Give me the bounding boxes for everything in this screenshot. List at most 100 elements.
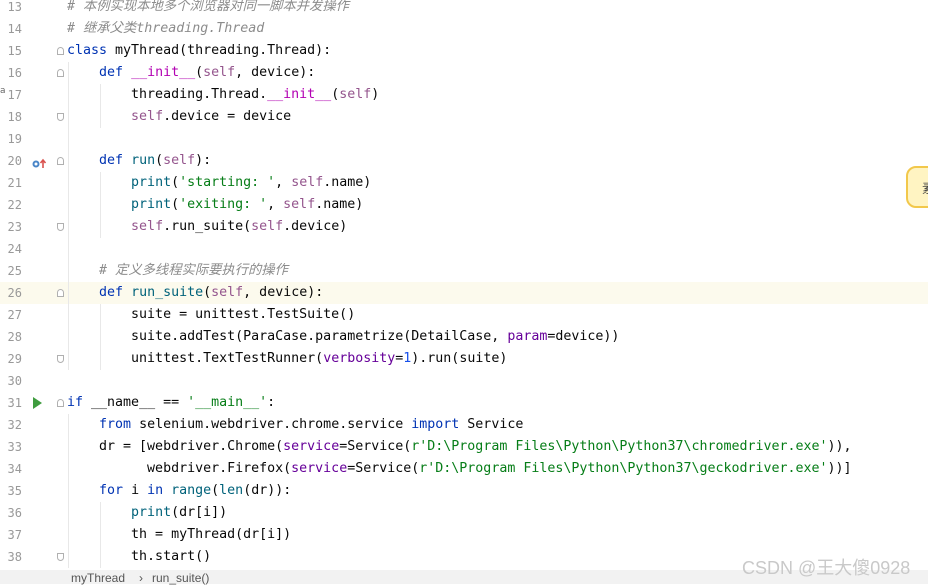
line-number[interactable]: 34	[0, 462, 22, 476]
code-token: =Service(	[339, 439, 412, 454]
code-token: Service	[467, 417, 524, 432]
line-number[interactable]: 36	[0, 506, 22, 520]
line-number[interactable]: 21	[0, 176, 22, 190]
code-line[interactable]: 20 def run(self):	[0, 150, 928, 172]
line-number[interactable]: 38	[0, 550, 22, 564]
fold-end-icon[interactable]	[57, 355, 64, 363]
line-number[interactable]: 32	[0, 418, 22, 432]
code-line[interactable]: 26 def run_suite(self, device):	[0, 282, 928, 304]
code-editor[interactable]: 13 # 本例实现本地多个浏览器对同一脚本并发操作 14 # 继承父类threadin…	[0, 0, 928, 570]
breadcrumb-item-method[interactable]: run_suite()	[152, 571, 209, 585]
side-floating-bubble[interactable]: 素	[906, 166, 928, 208]
code-text[interactable]: def __init__(self, device):	[67, 65, 315, 81]
code-line[interactable]: 30	[0, 370, 928, 392]
code-line[interactable]: 27 suite = unittest.TestSuite()	[0, 304, 928, 326]
line-number[interactable]: 24	[0, 242, 22, 256]
code-text[interactable]: print(dr[i])	[67, 505, 227, 521]
code-text[interactable]: # 本例实现本地多个浏览器对同一脚本并发操作	[67, 0, 349, 15]
code-text[interactable]: def run_suite(self, device):	[67, 285, 323, 301]
code-line[interactable]: 32 from selenium.webdriver.chrome.servic…	[0, 414, 928, 436]
code-line[interactable]: 34 webdriver.Firefox(service=Service(r'D…	[0, 458, 928, 480]
fold-start-icon[interactable]	[57, 157, 64, 165]
line-number[interactable]: 35	[0, 484, 22, 498]
fold-end-icon[interactable]	[57, 223, 64, 231]
code-line[interactable]: 19	[0, 128, 928, 150]
line-number[interactable]: 20	[0, 154, 22, 168]
code-text[interactable]: th.start()	[67, 549, 211, 565]
code-text[interactable]: # 定义多线程实际要执行的操作	[67, 263, 288, 279]
line-number[interactable]: 14	[0, 22, 22, 36]
code-line[interactable]: 16 def __init__(self, device):	[0, 62, 928, 84]
code-text[interactable]: webdriver.Firefox(service=Service(r'D:\P…	[67, 461, 852, 477]
code-token: self	[211, 285, 244, 300]
left-edge-mark: a	[0, 86, 6, 96]
fold-start-icon[interactable]	[57, 289, 64, 297]
breadcrumb-separator: ›	[139, 571, 143, 585]
fold-end-icon[interactable]	[57, 553, 64, 561]
line-number[interactable]: 33	[0, 440, 22, 454]
code-line[interactable]: 18 self.device = device	[0, 106, 928, 128]
code-text[interactable]: if __name__ == '__main__':	[67, 395, 275, 411]
line-number[interactable]: 16	[0, 66, 22, 80]
code-line[interactable]: 23 self.run_suite(self.device)	[0, 216, 928, 238]
code-line[interactable]: 31 if __name__ == '__main__':	[0, 392, 928, 414]
code-token: # 本例实现本地多个浏览器对同一脚本并发操作	[67, 0, 349, 14]
code-line[interactable]: 25 # 定义多线程实际要执行的操作	[0, 260, 928, 282]
code-text[interactable]: print('exiting: ', self.name)	[67, 197, 363, 213]
code-token: =Service(	[347, 461, 420, 476]
code-text[interactable]: self.device = device	[67, 109, 291, 125]
run-icon[interactable]	[33, 397, 42, 409]
code-token: __init__	[131, 65, 196, 80]
code-text[interactable]: suite.addTest(ParaCase.parametrize(Detai…	[67, 329, 619, 345]
line-number[interactable]: 26	[0, 286, 22, 300]
code-text[interactable]: from selenium.webdriver.chrome.service i…	[67, 417, 523, 433]
line-number[interactable]: 19	[0, 132, 22, 146]
code-token: suite.addTest(ParaCase.parametrize(Detai…	[67, 329, 508, 344]
fold-start-icon[interactable]	[57, 399, 64, 407]
code-text[interactable]: th = myThread(dr[i])	[67, 527, 291, 543]
code-text[interactable]: suite = unittest.TestSuite()	[67, 307, 355, 323]
code-line[interactable]: 33 dr = [webdriver.Chrome(service=Servic…	[0, 436, 928, 458]
code-line[interactable]: 22 print('exiting: ', self.name)	[0, 194, 928, 216]
code-line[interactable]: 21 print('starting: ', self.name)	[0, 172, 928, 194]
code-line[interactable]: 14 # 继承父类threading.Thread	[0, 18, 928, 40]
code-text[interactable]: # 继承父类threading.Thread	[67, 21, 264, 37]
override-method-icon[interactable]	[31, 155, 47, 168]
code-line[interactable]: 15 class myThread(threading.Thread):	[0, 40, 928, 62]
code-line[interactable]: 24	[0, 238, 928, 260]
code-line[interactable]: 29 unittest.TextTestRunner(verbosity=1).…	[0, 348, 928, 370]
code-text[interactable]: print('starting: ', self.name)	[67, 175, 371, 191]
code-text[interactable]: self.run_suite(self.device)	[67, 219, 347, 235]
code-line[interactable]: 28 suite.addTest(ParaCase.parametrize(De…	[0, 326, 928, 348]
line-number[interactable]: 13	[0, 0, 22, 14]
line-number[interactable]: 29	[0, 352, 22, 366]
code-token: self	[339, 87, 372, 102]
code-line[interactable]: 35 for i in range(len(dr)):	[0, 480, 928, 502]
line-number[interactable]: 37	[0, 528, 22, 542]
code-text[interactable]: unittest.TextTestRunner(verbosity=1).run…	[67, 351, 507, 367]
breadcrumb-item-class[interactable]: myThread	[71, 571, 125, 585]
line-number[interactable]: 22	[0, 198, 22, 212]
fold-end-icon[interactable]	[57, 113, 64, 121]
fold-start-icon[interactable]	[57, 47, 64, 55]
code-token: dr = [webdriver.Chrome(	[67, 439, 284, 454]
code-text[interactable]: for i in range(len(dr)):	[67, 483, 291, 499]
code-line[interactable]: 13 # 本例实现本地多个浏览器对同一脚本并发操作	[0, 0, 928, 18]
line-number[interactable]: 28	[0, 330, 22, 344]
line-number[interactable]: 30	[0, 374, 22, 388]
fold-start-icon[interactable]	[57, 69, 64, 77]
line-number[interactable]: 31	[0, 396, 22, 410]
line-number[interactable]: 27	[0, 308, 22, 322]
code-line[interactable]: 36 print(dr[i])	[0, 502, 928, 524]
line-number[interactable]: 23	[0, 220, 22, 234]
line-number[interactable]: 18	[0, 110, 22, 124]
code-line[interactable]: 17 threading.Thread.__init__(self)	[0, 84, 928, 106]
code-text[interactable]: def run(self):	[67, 153, 211, 169]
code-text[interactable]: dr = [webdriver.Chrome(service=Service(r…	[67, 439, 852, 455]
line-number[interactable]: 15	[0, 44, 22, 58]
code-text[interactable]: class myThread(threading.Thread):	[67, 43, 331, 59]
code-line[interactable]: 37 th = myThread(dr[i])	[0, 524, 928, 546]
code-text[interactable]: threading.Thread.__init__(self)	[67, 87, 379, 103]
line-number[interactable]: 25	[0, 264, 22, 278]
